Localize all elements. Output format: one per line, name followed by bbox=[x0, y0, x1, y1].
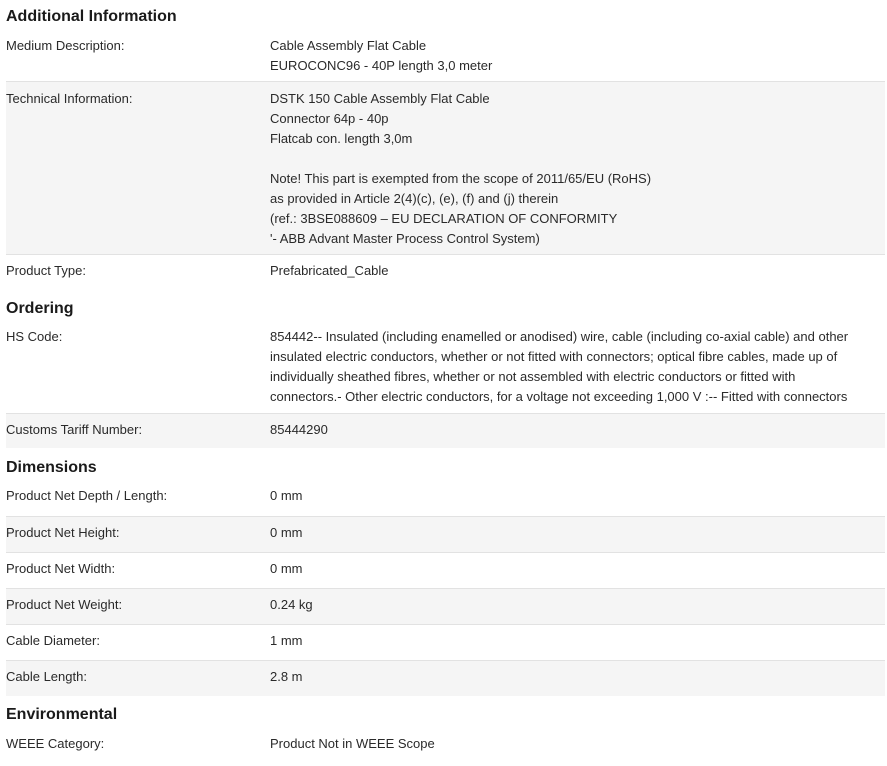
row-value: DSTK 150 Cable Assembly Flat Cable Conne… bbox=[270, 89, 877, 249]
value-line: insulated electric conductors, whether o… bbox=[270, 349, 838, 364]
row-weee-category: WEEE Category: Product Not in WEEE Scope bbox=[6, 734, 885, 764]
section-title-ordering: Ordering bbox=[6, 300, 74, 317]
value-line: 0 mm bbox=[270, 525, 303, 540]
value-line: 2.8 m bbox=[270, 669, 303, 684]
row-medium-description: Medium Description: Cable Assembly Flat … bbox=[6, 36, 885, 81]
row-label: Technical Information: bbox=[6, 91, 133, 106]
row-label: HS Code: bbox=[6, 329, 63, 344]
row-technical-information: Technical Information: DSTK 150 Cable As… bbox=[6, 81, 885, 254]
value-line: 0 mm bbox=[270, 488, 303, 503]
row-product-net-width: Product Net Width: 0 mm bbox=[6, 552, 885, 588]
value-line: Prefabricated_Cable bbox=[270, 263, 389, 278]
value-line: DSTK 150 Cable Assembly Flat Cable bbox=[270, 91, 490, 106]
value-line: 85444290 bbox=[270, 422, 328, 437]
row-label: Medium Description: bbox=[6, 38, 125, 53]
row-cable-length: Cable Length: 2.8 m bbox=[6, 660, 885, 696]
value-line: 1 mm bbox=[270, 633, 303, 648]
value-line: Flatcab con. length 3,0m bbox=[270, 131, 413, 146]
value-line: '- ABB Advant Master Process Control Sys… bbox=[270, 231, 540, 246]
row-product-type: Product Type: Prefabricated_Cable bbox=[6, 254, 885, 288]
row-label: Product Net Width: bbox=[6, 561, 116, 576]
row-product-net-depth: Product Net Depth / Length: 0 mm bbox=[6, 480, 885, 516]
value-line: as provided in Article 2(4)(c), (e), (f)… bbox=[270, 191, 559, 206]
row-value: Cable Assembly Flat Cable EUROCONC96 - 4… bbox=[270, 36, 877, 76]
row-label: Cable Length: bbox=[6, 669, 87, 684]
value-line: Cable Assembly Flat Cable bbox=[270, 38, 427, 53]
value-line: 0 mm bbox=[270, 561, 303, 576]
row-value: 0.24 kg bbox=[270, 595, 877, 615]
row-label: Product Net Depth / Length: bbox=[6, 488, 168, 503]
row-label: Product Net Weight: bbox=[6, 597, 123, 612]
row-label: Product Net Height: bbox=[6, 525, 120, 540]
row-value: 85444290 bbox=[270, 420, 877, 440]
value-line: individually sheathed fibres, whether or… bbox=[270, 369, 796, 384]
value-line: connectors.- Other electric conductors, … bbox=[270, 389, 848, 404]
value-line: (ref.: 3BSE088609 – EU DECLARATION OF CO… bbox=[270, 211, 618, 226]
value-line: Connector 64p - 40p bbox=[270, 111, 389, 126]
row-value: Prefabricated_Cable bbox=[270, 261, 877, 281]
row-value: 0 mm bbox=[270, 523, 877, 543]
row-cable-diameter: Cable Diameter: 1 mm bbox=[6, 624, 885, 660]
value-line: 854442-- Insulated (including enamelled … bbox=[270, 329, 849, 344]
section-title-additional-information: Additional Information bbox=[6, 8, 177, 25]
row-customs-tariff-number: Customs Tariff Number: 85444290 bbox=[6, 413, 885, 448]
section-title-environmental: Environmental bbox=[6, 706, 118, 723]
row-value: 854442-- Insulated (including enamelled … bbox=[270, 327, 877, 407]
row-value: 0 mm bbox=[270, 486, 877, 506]
row-value: 2.8 m bbox=[270, 667, 877, 687]
value-line: EUROCONC96 - 40P length 3,0 meter bbox=[270, 58, 493, 73]
row-value: 1 mm bbox=[270, 631, 877, 651]
row-label: Product Type: bbox=[6, 263, 86, 278]
row-value: 0 mm bbox=[270, 559, 877, 579]
value-line: Product Not in WEEE Scope bbox=[270, 736, 435, 751]
row-product-net-weight: Product Net Weight: 0.24 kg bbox=[6, 588, 885, 624]
value-line bbox=[270, 149, 877, 169]
row-label: Cable Diameter: bbox=[6, 633, 100, 648]
row-hs-code: HS Code: 854442-- Insulated (including e… bbox=[6, 327, 885, 413]
value-line: Note! This part is exempted from the sco… bbox=[270, 171, 652, 186]
row-value: Product Not in WEEE Scope bbox=[270, 734, 877, 754]
value-line: 0.24 kg bbox=[270, 597, 313, 612]
section-title-dimensions: Dimensions bbox=[6, 459, 97, 476]
row-label: WEEE Category: bbox=[6, 736, 105, 751]
row-product-net-height: Product Net Height: 0 mm bbox=[6, 516, 885, 552]
row-label: Customs Tariff Number: bbox=[6, 422, 143, 437]
